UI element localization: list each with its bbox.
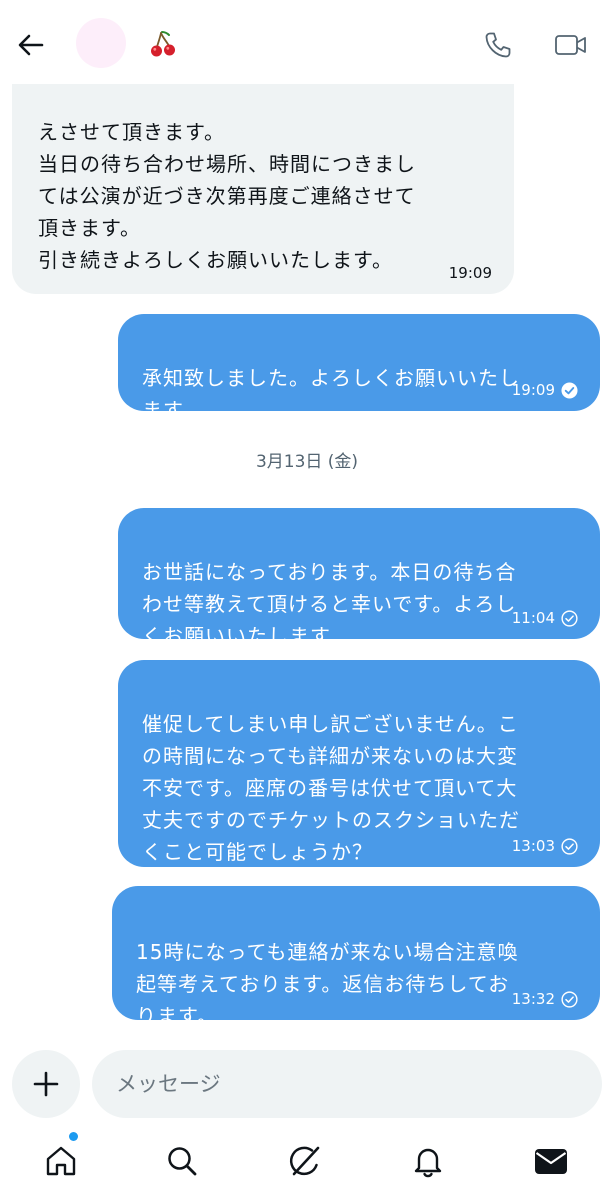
read-check-icon: [561, 381, 578, 399]
cherry-icon: [151, 31, 175, 57]
tab-search[interactable]: [157, 1136, 207, 1186]
message-timestamp: 19:09: [511, 381, 555, 399]
message-composer: [0, 1040, 614, 1120]
plus-icon: [33, 1071, 59, 1097]
sent-check-icon: [561, 837, 578, 855]
add-attachment-button[interactable]: [12, 1050, 80, 1118]
message-time: 19:09: [512, 381, 578, 399]
avatar[interactable]: [76, 18, 126, 68]
conversation-header: 🍒: [0, 0, 614, 84]
video-camera-icon: [555, 35, 586, 55]
bell-icon: [414, 1148, 442, 1178]
message-text: お世話になっております。本日の待ち合 わせ等教えて頂けると幸いです。よろし くお…: [142, 560, 517, 648]
message-bubble-outgoing[interactable]: 催促してしまい申し訳ございません。こ の時間になっても詳細が来ないのは大変 不安…: [118, 660, 600, 867]
tab-notifications[interactable]: [403, 1136, 453, 1186]
message-timestamp: 11:04: [511, 609, 555, 627]
message-text: 催促してしまい申し訳ございません。こ の時間になっても詳細が来ないのは大変 不安…: [142, 712, 520, 864]
home-notification-dot: [69, 1132, 78, 1141]
search-icon: [168, 1147, 197, 1176]
message-text: 15時になっても連絡が来ない場合注意喚 起等考えております。返信お待ちしてお り…: [136, 940, 519, 1028]
message-timestamp: 19:09: [448, 264, 492, 282]
message-time: 11:04: [512, 609, 578, 627]
arrow-left-icon: [18, 34, 44, 56]
envelope-icon: [535, 1149, 567, 1174]
sent-check-icon: [561, 990, 578, 1008]
message-bubble-outgoing[interactable]: 15時になっても連絡が来ない場合注意喚 起等考えております。返信お待ちしてお り…: [112, 886, 600, 1028]
message-input[interactable]: [92, 1050, 602, 1118]
date-separator: 3月13日 (金): [255, 452, 359, 472]
video-call-button[interactable]: [550, 26, 592, 64]
message-text: 承知致しました。よろしくお願いいたし ます。: [142, 366, 520, 422]
message-timestamp: 13:03: [511, 837, 555, 855]
home-icon: [46, 1146, 76, 1176]
grok-icon: [289, 1146, 320, 1176]
tab-grok[interactable]: [280, 1136, 330, 1186]
call-button[interactable]: [478, 26, 518, 64]
contact-name[interactable]: 🍒: [145, 26, 181, 62]
message-time: 13:03: [512, 837, 578, 855]
phone-icon: [485, 32, 511, 58]
message-time: 19:09: [449, 264, 492, 282]
message-text: えさせて頂きます。 当日の待ち合わせ場所、時間につきまし ては公演が近づき次第再…: [38, 120, 416, 272]
message-time: 13:32: [512, 990, 578, 1008]
back-button[interactable]: [12, 26, 50, 64]
message-bubble-outgoing[interactable]: 承知致しました。よろしくお願いいたし ます。 19:09: [118, 314, 600, 422]
tab-home[interactable]: [36, 1136, 86, 1186]
message-bubble-outgoing[interactable]: お世話になっております。本日の待ち合 わせ等教えて頂けると幸いです。よろし くお…: [118, 508, 600, 648]
sent-check-icon: [561, 609, 578, 627]
tab-messages[interactable]: [526, 1136, 576, 1186]
bottom-tab-bar: [0, 1124, 614, 1200]
conversation: えさせて頂きます。 当日の待ち合わせ場所、時間につきまし ては公演が近づき次第再…: [0, 0, 614, 1040]
message-timestamp: 13:32: [511, 990, 555, 1008]
